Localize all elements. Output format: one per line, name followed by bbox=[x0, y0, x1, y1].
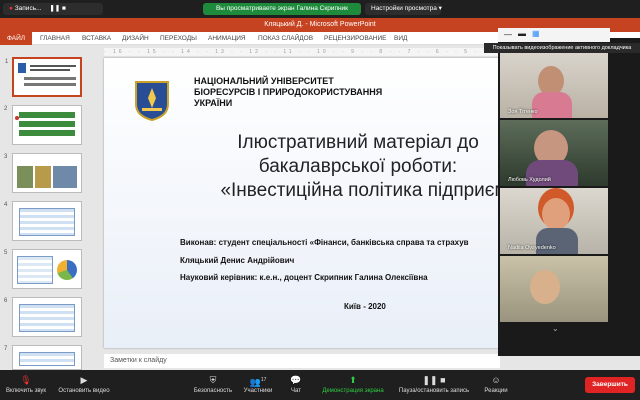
horizontal-ruler: · 16 · · 15 · · 14 · · 13 · · 12 · · 11 … bbox=[104, 48, 500, 56]
mute-button[interactable]: 🎙 Включить звук bbox=[4, 370, 48, 400]
university-name-line: НАЦІОНАЛЬНИЙ УНІВЕРСИТЕТ bbox=[194, 76, 334, 86]
participant-video-tile[interactable]: Зоя Тітенко bbox=[500, 52, 608, 118]
share-screen-button[interactable]: ⬆ Демонстрация экрана bbox=[320, 370, 386, 400]
tab-slideshow[interactable]: ПОКАЗ СЛАЙДОВ bbox=[254, 32, 317, 45]
recording-label: Запись... bbox=[14, 5, 42, 12]
reactions-label: Реакции bbox=[484, 388, 508, 394]
slide-notes-field[interactable]: Заметки к слайду bbox=[104, 354, 500, 368]
stop-video-button[interactable]: ▶ Остановить видео bbox=[54, 370, 114, 400]
participants-icon: 👥17 bbox=[249, 377, 267, 387]
slide-thumbnail[interactable]: 6 bbox=[4, 297, 82, 337]
slide-title-line: «Інвестиційна політика підприєм bbox=[220, 180, 500, 201]
microphone-off-icon: 🎙 bbox=[20, 375, 32, 385]
university-name-line: УКРАЇНИ bbox=[194, 98, 233, 108]
slide-canvas[interactable]: НАЦІОНАЛЬНИЙ УНІВЕРСИТЕТ БІОРЕСУРСІВ І П… bbox=[104, 58, 500, 348]
gallery-toolbar: — ▬ ▦ bbox=[498, 28, 610, 42]
tab-review[interactable]: РЕЦЕНЗИРОВАНИЕ bbox=[320, 32, 391, 45]
university-crest-logo bbox=[135, 81, 169, 122]
thumbnail-number: 5 bbox=[4, 250, 8, 256]
participant-name: Зоя Тітенко bbox=[508, 109, 538, 115]
thumbnail-number: 2 bbox=[4, 106, 8, 112]
author-specialty: Виконав: студент спеціальності «Фінанси,… bbox=[180, 238, 469, 247]
thumbnail-number: 4 bbox=[4, 202, 8, 208]
thumbnail-number: 1 bbox=[5, 59, 9, 65]
slide-thumbnail[interactable]: 7 bbox=[4, 345, 82, 370]
slide-thumbnail[interactable]: 2 bbox=[4, 105, 82, 145]
chat-icon: 💬 bbox=[290, 375, 302, 385]
screen-share-notice: Вы просматриваете экран Галина Скрипник bbox=[203, 3, 361, 15]
share-screen-icon: ⬆ bbox=[349, 375, 357, 385]
participant-video-tile[interactable]: Любовь Худолий bbox=[500, 120, 608, 186]
slide-thumbnails-panel: 1 2 3 4 5 6 7 bbox=[0, 45, 100, 370]
minimize-icon[interactable]: — bbox=[504, 30, 512, 39]
reactions-button[interactable]: ☺ Реакции bbox=[478, 370, 514, 400]
supervisor: Науковий керівник: к.е.н., доцент Скрипн… bbox=[180, 273, 428, 282]
security-label: Безопасность bbox=[193, 388, 233, 394]
tab-file[interactable]: ФАЙЛ bbox=[0, 32, 32, 45]
share-screen-label: Демонстрация экрана bbox=[322, 388, 384, 394]
slide-thumbnail[interactable]: 4 bbox=[4, 201, 82, 241]
stop-icon[interactable]: ■ bbox=[62, 5, 66, 12]
city-year: Київ - 2020 bbox=[344, 302, 386, 311]
slide-thumbnail[interactable]: 1 bbox=[5, 57, 82, 97]
participant-video-tile[interactable] bbox=[500, 256, 608, 322]
tab-insert[interactable]: ВСТАВКА bbox=[78, 32, 115, 45]
participants-count: 17 bbox=[260, 377, 267, 383]
end-meeting-button[interactable]: Завершить bbox=[585, 377, 635, 393]
thumbnail-number: 6 bbox=[4, 298, 8, 304]
pause-recording-label: Паузa/остановить запись bbox=[398, 388, 470, 394]
chat-button[interactable]: 💬 Чат bbox=[284, 370, 308, 400]
participant-name: Любовь Худолий bbox=[508, 177, 551, 183]
view-tooltip: Показывать видеоизображение активного до… bbox=[484, 43, 640, 53]
security-button[interactable]: ⛨ Безопасность bbox=[190, 370, 236, 400]
view-options-label: Настройки просмотра bbox=[371, 5, 437, 12]
tab-design[interactable]: ДИЗАЙН bbox=[118, 32, 153, 45]
tab-animation[interactable]: АНИМАЦИЯ bbox=[204, 32, 250, 45]
video-gallery-panel: Зоя Тітенко Любовь Худолий Nadiia Ovsyed… bbox=[498, 38, 640, 356]
participants-button[interactable]: 👥17 Участники bbox=[240, 370, 276, 400]
slide-thumbnail[interactable]: 3 bbox=[4, 153, 82, 193]
recording-indicator[interactable]: ● Запись... ❚❚ ■ bbox=[3, 3, 103, 15]
record-dot-icon: ● bbox=[9, 5, 13, 12]
tab-transitions[interactable]: ПЕРЕХОДЫ bbox=[156, 32, 201, 45]
zoom-top-bar: ● Запись... ❚❚ ■ Вы просматриваете экран… bbox=[0, 0, 640, 18]
slide-title-line: бакалаврської роботи: bbox=[258, 156, 458, 177]
participants-label: Участники bbox=[243, 388, 273, 394]
mute-label: Включить звук bbox=[5, 388, 46, 394]
gallery-view-icon[interactable]: ▦ bbox=[532, 29, 540, 38]
stop-video-label: Остановить видео bbox=[58, 388, 110, 394]
zoom-bottom-toolbar: 🎙 Включить звук ▶ Остановить видео ⛨ Без… bbox=[0, 370, 640, 400]
chat-label: Чат bbox=[291, 388, 301, 394]
slide-title-line: Ілюстративний матеріал до bbox=[237, 132, 479, 153]
pause-stop-icon: ❚❚ ■ bbox=[422, 375, 446, 385]
pause-recording-button[interactable]: ❚❚ ■ Паузa/остановить запись bbox=[396, 370, 472, 400]
university-name-line: БІОРЕСУРСІВ І ПРИРОДОКОРИСТУВАННЯ bbox=[194, 87, 383, 97]
window-title: Кляцький Д. - Microsoft PowerPoint bbox=[264, 21, 376, 28]
thumbnail-number: 7 bbox=[4, 346, 8, 352]
chevron-down-icon[interactable]: ⌄ bbox=[552, 324, 559, 333]
thumbnail-number: 3 bbox=[4, 154, 8, 160]
smiley-icon: ☺ bbox=[491, 375, 501, 385]
view-options-button[interactable]: Настройки просмотра ▾ bbox=[365, 3, 442, 15]
slide-thumbnail[interactable]: 5 bbox=[4, 249, 82, 289]
shield-icon: ⛨ bbox=[209, 375, 217, 385]
participant-name: Nadiia Ovsyedenko bbox=[508, 245, 556, 251]
tab-home[interactable]: ГЛАВНАЯ bbox=[36, 32, 74, 45]
tab-view[interactable]: ВИД bbox=[390, 32, 411, 45]
camera-icon: ▶ bbox=[80, 375, 88, 385]
participant-video-tile[interactable]: Nadiia Ovsyedenko bbox=[500, 188, 608, 254]
pause-icon[interactable]: ❚❚ bbox=[49, 5, 60, 12]
speaker-view-icon[interactable]: ▬ bbox=[518, 29, 526, 38]
author-name: Кляцький Денис Андрійович bbox=[180, 256, 295, 265]
